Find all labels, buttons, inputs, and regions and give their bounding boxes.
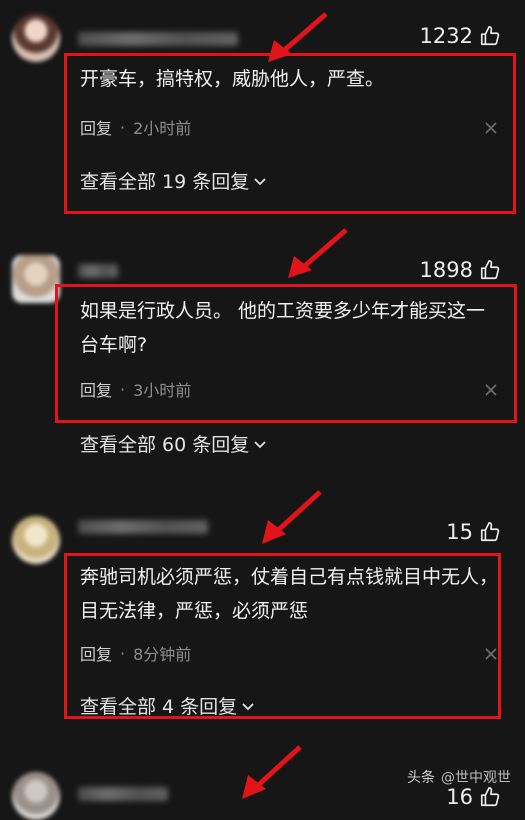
username-redacted[interactable] (78, 32, 238, 46)
chevron-down-icon (254, 177, 266, 185)
comment-time: 8分钟前 (133, 645, 192, 664)
view-all-label: 查看全部 19 条回复 (80, 171, 250, 193)
comment-text: 奔驰司机必须严惩，仗着自己有点钱就目中无人，目无法律，严惩，必须严惩 (80, 566, 499, 622)
reply-button[interactable]: 回复 (80, 115, 112, 139)
comment-meta: 回复 · 3小时前 (80, 377, 191, 401)
meta-separator: · (120, 643, 126, 663)
like-count: 16 (446, 785, 473, 809)
watermark-brand: 头条 (407, 770, 435, 786)
red-arrow (262, 490, 322, 544)
close-icon[interactable] (483, 382, 499, 398)
reply-button[interactable]: 回复 (80, 641, 112, 665)
chevron-down-icon (242, 702, 254, 710)
view-all-replies[interactable]: 查看全部 19 条回复 (80, 167, 267, 194)
like-count: 1898 (419, 258, 473, 282)
red-arrow (288, 228, 348, 278)
avatar[interactable] (12, 772, 60, 820)
like-count: 1232 (419, 24, 473, 48)
thumbs-up-icon (480, 260, 500, 280)
view-all-replies[interactable]: 查看全部 4 条回复 (80, 692, 255, 719)
comment-text: 开豪车，搞特权，威胁他人，严查。 (80, 68, 385, 90)
comment-meta: 回复 · 2小时前 (80, 115, 191, 139)
view-all-replies[interactable]: 查看全部 60 条回复 (80, 430, 267, 457)
comment-text: 如果是行政人员。 他的工资要多少年才能买这一台车啊? (80, 300, 486, 356)
view-all-label: 查看全部 4 条回复 (80, 696, 238, 718)
close-icon[interactable] (483, 120, 499, 136)
thumbs-up-icon (480, 26, 500, 46)
close-icon[interactable] (483, 646, 499, 662)
username-redacted[interactable] (78, 787, 168, 801)
watermark: 头条 @世中观世 (407, 767, 511, 787)
avatar[interactable] (12, 14, 60, 62)
meta-separator: · (120, 379, 126, 399)
like-button[interactable]: 1232 (420, 24, 501, 48)
like-count: 15 (446, 520, 473, 544)
reply-button[interactable]: 回复 (80, 377, 112, 401)
like-button[interactable]: 1898 (420, 258, 501, 282)
view-all-label: 查看全部 60 条回复 (80, 434, 250, 456)
like-button[interactable]: 16 (446, 785, 501, 809)
username-redacted[interactable] (78, 520, 208, 534)
red-arrow (268, 12, 328, 62)
thumbs-up-icon (480, 522, 500, 542)
comment-time: 2小时前 (133, 119, 192, 138)
comment-time: 3小时前 (133, 381, 192, 400)
avatar[interactable] (12, 255, 60, 303)
red-arrow (242, 745, 302, 799)
comment-meta: 回复 · 8分钟前 (80, 641, 191, 665)
avatar[interactable] (12, 516, 60, 564)
watermark-account: @世中观世 (441, 770, 511, 786)
meta-separator: · (120, 117, 126, 137)
chevron-down-icon (254, 440, 266, 448)
like-button[interactable]: 15 (446, 520, 501, 544)
thumbs-up-icon (480, 787, 500, 807)
username-redacted[interactable] (78, 264, 118, 278)
